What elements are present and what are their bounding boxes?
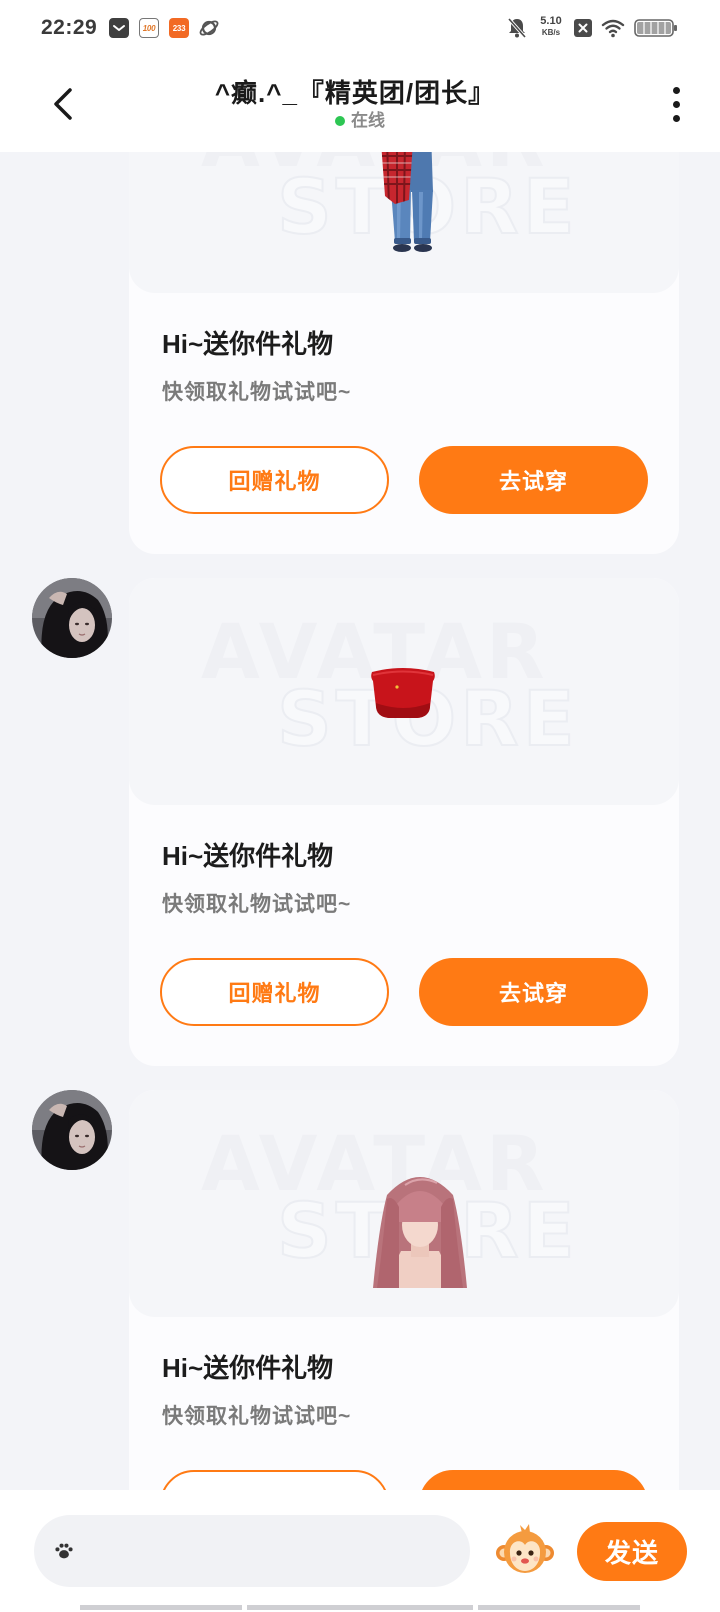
gift-subtitle: 快领取礼物试试吧~	[162, 1405, 352, 1428]
chat-title: ^癫.^_『精英团/团长』	[214, 78, 496, 108]
more-vertical-icon	[672, 86, 680, 94]
status-time: 22:29	[41, 16, 98, 39]
gift-subtitle: 快领取礼物试试吧~	[162, 893, 352, 916]
gift-image[interactable]: AVATAR STORE	[129, 1090, 679, 1317]
network-speed-value: 5.10	[540, 15, 562, 27]
chat-message-list[interactable]: AVATAR STORE Hi~送你件礼物	[0, 152, 720, 1490]
return-gift-button[interactable]: 回赠礼物	[160, 958, 389, 1026]
online-dot	[335, 116, 345, 126]
more-menu-button[interactable]	[664, 82, 688, 126]
gift-title: Hi~送你件礼物	[162, 841, 334, 871]
online-status-text: 在线	[351, 111, 385, 130]
try-on-button[interactable]	[419, 1470, 648, 1490]
gift-image[interactable]: AVATAR STORE	[129, 578, 679, 805]
pink-hair-icon	[373, 1177, 467, 1288]
send-button[interactable]: 发送	[577, 1522, 687, 1581]
avatar-icon	[32, 1090, 112, 1170]
jeans-icon	[381, 152, 433, 252]
app-233-icon: 233	[169, 18, 189, 38]
planet-icon	[199, 20, 219, 36]
more-dot	[672, 100, 680, 108]
try-on-button[interactable]: 去试穿	[419, 958, 648, 1026]
avatar-icon	[32, 578, 112, 658]
message-icon	[109, 18, 129, 38]
monkey-mascot-icon[interactable]	[495, 1521, 555, 1581]
app-100-icon: 100	[139, 18, 159, 38]
return-gift-button[interactable]	[160, 1470, 389, 1490]
gift-card: AVATAR STORE Hi~送你件礼物	[129, 152, 679, 554]
battery-fill	[637, 22, 671, 34]
gift-subtitle: 快领取礼物试试吧~	[162, 381, 352, 404]
paw-icon[interactable]	[54, 1542, 74, 1560]
message-input-box[interactable]	[34, 1515, 470, 1587]
gift-card: AVATAR STORE Hi~送你件礼物 快领取礼物试试吧~	[129, 1090, 679, 1490]
battery-icon	[634, 19, 677, 37]
wifi-icon	[601, 19, 625, 38]
app-233-label: 233	[172, 23, 186, 33]
gift-image[interactable]: AVATAR STORE	[129, 152, 679, 293]
red-top-icon	[371, 668, 435, 718]
sender-avatar[interactable]	[32, 1090, 112, 1170]
app-100-label: 100	[142, 23, 156, 33]
message-composer: 发送	[0, 1490, 720, 1612]
gift-title: Hi~送你件礼物	[162, 1353, 334, 1383]
online-status: 在线	[160, 110, 560, 132]
gift-title: Hi~送你件礼物	[162, 329, 334, 359]
sender-avatar[interactable]	[32, 578, 112, 658]
chat-header: ^癫.^_『精英团/团长』 在线	[0, 56, 720, 152]
network-speed-unit: KB/s	[541, 28, 561, 37]
close-box-icon	[574, 19, 592, 37]
network-speed: 5.10 KB/s	[532, 15, 570, 39]
status-bar: 22:29 100 233 5.10 KB/s	[0, 0, 720, 56]
bottom-bar-indicator	[80, 1605, 242, 1610]
back-button[interactable]	[46, 83, 80, 125]
bottom-bar-indicator	[247, 1605, 473, 1610]
try-on-button[interactable]: 去试穿	[419, 446, 648, 514]
bottom-bar-indicator	[478, 1605, 640, 1610]
gift-card: AVATAR STORE Hi~送你件礼物 快领取礼物试试吧~ 回赠礼物 去试穿	[129, 578, 679, 1066]
return-gift-button[interactable]: 回赠礼物	[160, 446, 389, 514]
more-dot	[672, 114, 680, 122]
message-input[interactable]	[86, 1531, 456, 1571]
chevron-left-icon	[54, 88, 72, 120]
mute-bell-icon	[507, 17, 527, 39]
